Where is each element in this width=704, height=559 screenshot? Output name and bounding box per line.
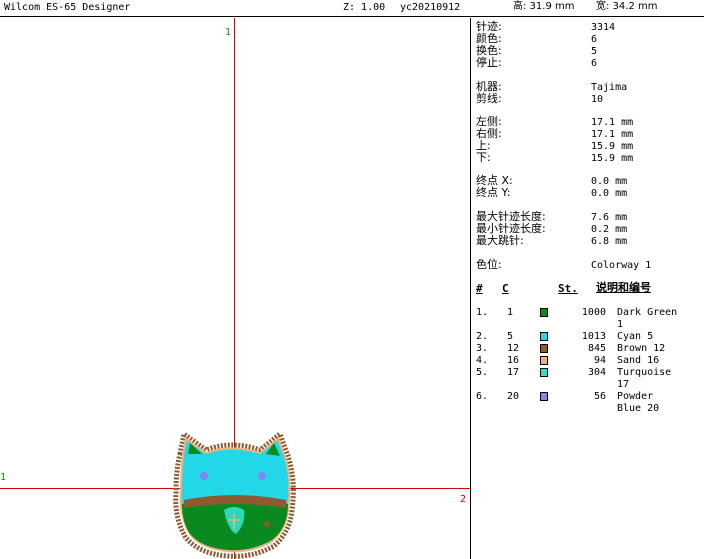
- end-x-label: 终点 X:: [476, 174, 513, 187]
- row-description-cont: 1: [617, 319, 624, 330]
- column-header-code: C: [502, 282, 509, 295]
- row-stitches: 1000: [581, 307, 606, 318]
- stitches-label: 针迹:: [476, 20, 502, 33]
- row-number: 3.: [476, 343, 489, 354]
- stitches-value: 3314: [591, 22, 616, 33]
- row-number: 2.: [476, 331, 489, 342]
- bottom-extent-value: 15.9 mm: [591, 153, 634, 164]
- row-number: 1.: [476, 307, 489, 318]
- color-swatch: [540, 332, 548, 341]
- row-stitches: 845: [587, 343, 606, 354]
- axis-marker-top: 1: [225, 27, 232, 38]
- stops-value: 6: [591, 58, 598, 69]
- row-description: Brown 12: [617, 343, 666, 354]
- axis-marker-right: 2: [460, 494, 467, 505]
- design-canvas[interactable]: 1 1 2: [0, 18, 471, 559]
- left-extent-value: 17.1 mm: [591, 117, 634, 128]
- row-stitches: 56: [593, 391, 606, 402]
- row-code: 1: [507, 307, 514, 318]
- row-description-cont: 17: [617, 379, 630, 390]
- colorway-value[interactable]: Colorway 1: [591, 260, 651, 271]
- colors-label: 颜色:: [476, 32, 502, 45]
- left-extent-label: 左侧:: [476, 115, 502, 128]
- row-description: Sand 16: [617, 355, 660, 366]
- colorway-label: 色位:: [476, 258, 502, 271]
- file-name: yc20210912: [400, 2, 461, 13]
- row-code: 17: [507, 367, 520, 378]
- max-stitch-value: 7.6 mm: [591, 212, 628, 223]
- row-stitches: 94: [593, 355, 606, 366]
- stops-label: 停止:: [476, 56, 502, 69]
- row-number: 6.: [476, 391, 489, 402]
- right-extent-value: 17.1 mm: [591, 129, 634, 140]
- end-x-value: 0.0 mm: [591, 176, 628, 187]
- color-swatch: [540, 308, 548, 317]
- color-swatch: [540, 368, 548, 377]
- axis-marker-left: 1: [0, 472, 7, 483]
- row-number: 5.: [476, 367, 489, 378]
- row-stitches: 1013: [581, 331, 606, 342]
- top-extent-label: 上:: [476, 139, 491, 152]
- min-stitch-value: 0.2 mm: [591, 224, 628, 235]
- machine-value: Tajima: [591, 82, 628, 93]
- column-header-description: 说明和编号: [596, 281, 651, 294]
- design-height: 高: 31.9 mm: [513, 1, 575, 12]
- row-number: 4.: [476, 355, 489, 366]
- column-header-stitches: St.: [558, 282, 578, 295]
- color-swatch: [540, 392, 548, 401]
- end-y-label: 终点 Y:: [476, 186, 511, 199]
- color-swatch: [540, 344, 548, 353]
- title-bar: Wilcom ES-65 Designer Z: 1.00 yc20210912…: [0, 0, 704, 17]
- row-description: Dark Green: [617, 307, 678, 318]
- max-stitch-label: 最大针迹长度:: [476, 210, 546, 223]
- top-extent-value: 15.9 mm: [591, 141, 634, 152]
- design-info-panel: 针迹: 3314 颜色: 6 换色: 5 停止: 6 机器: Tajima 剪线…: [472, 18, 704, 559]
- row-description: Powder: [617, 391, 654, 402]
- row-description: Turquoise: [617, 367, 672, 378]
- max-jump-label: 最大跳针:: [476, 234, 524, 247]
- column-header-number: #: [476, 282, 483, 295]
- right-extent-label: 右侧:: [476, 127, 502, 140]
- row-description: Cyan 5: [617, 331, 654, 342]
- embroidery-cat-design[interactable]: [170, 430, 298, 559]
- row-code: 20: [507, 391, 520, 402]
- row-code: 5: [507, 331, 514, 342]
- changes-value: 5: [591, 46, 598, 57]
- min-stitch-label: 最小针迹长度:: [476, 222, 546, 235]
- colors-value: 6: [591, 34, 598, 45]
- zoom-level: Z: 1.00: [343, 2, 386, 13]
- end-y-value: 0.0 mm: [591, 188, 628, 199]
- trims-value: 10: [591, 94, 604, 105]
- color-swatch: [540, 356, 548, 365]
- bottom-extent-label: 下:: [476, 151, 491, 164]
- row-description-cont: Blue 20: [617, 403, 660, 414]
- row-stitches: 304: [587, 367, 606, 378]
- machine-label: 机器:: [476, 80, 502, 93]
- changes-label: 换色:: [476, 44, 502, 57]
- design-width: 宽: 34.2 mm: [596, 1, 658, 12]
- app-title: Wilcom ES-65 Designer: [4, 2, 131, 13]
- max-jump-value: 6.8 mm: [591, 236, 628, 247]
- trims-label: 剪线:: [476, 92, 502, 105]
- row-code: 16: [507, 355, 520, 366]
- row-code: 12: [507, 343, 520, 354]
